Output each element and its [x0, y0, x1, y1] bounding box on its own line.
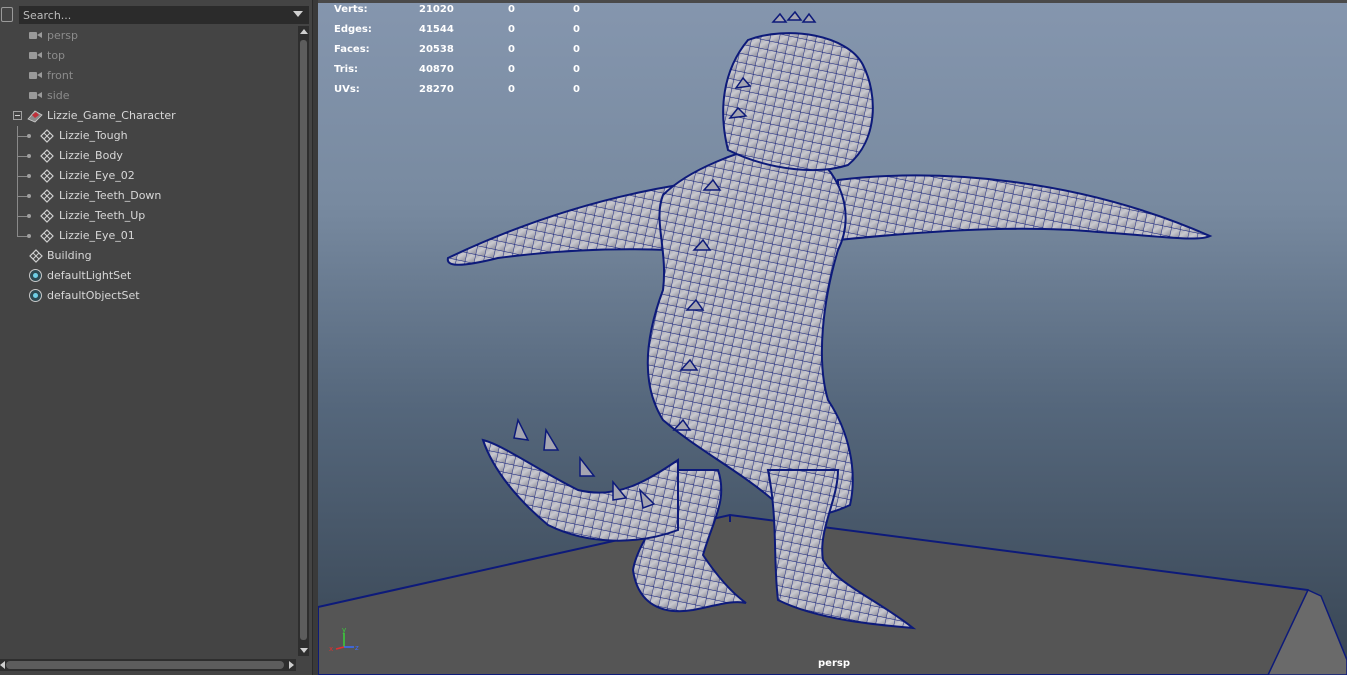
outliner-item-label: Lizzie_Teeth_Up — [59, 209, 146, 222]
mesh-icon — [40, 229, 54, 243]
search-input[interactable] — [19, 6, 309, 24]
hud-row-verts: Verts: 21020 0 0 — [334, 4, 594, 24]
hud-value: 21020 — [419, 4, 454, 15]
hud-label: Edges: — [334, 24, 372, 35]
mesh-icon — [40, 189, 54, 203]
outliner-item-lizzie-teeth-up[interactable]: Lizzie_Teeth_Up — [0, 206, 296, 226]
scroll-up-icon[interactable] — [300, 29, 308, 34]
hud-label: UVs: — [334, 84, 360, 95]
hud-value: 20538 — [419, 44, 454, 55]
outliner-item-label: Lizzie_Eye_01 — [59, 229, 135, 242]
tree-branch — [17, 136, 27, 137]
outliner-item-lizzie-eye-01[interactable]: Lizzie_Eye_01 — [0, 226, 296, 246]
outliner-item-label: defaultObjectSet — [47, 289, 140, 302]
hud-value: 0 — [573, 24, 580, 35]
camera-name-label: persp — [818, 658, 850, 669]
mesh-icon — [40, 149, 54, 163]
collapse-toggle-icon[interactable] — [13, 111, 22, 120]
hud-label: Faces: — [334, 44, 370, 55]
outliner-item-default-light-set[interactable]: defaultLightSet — [0, 266, 296, 286]
tree-node-dot — [27, 134, 31, 138]
hud-value: 40870 — [419, 64, 454, 75]
hud-row-uvs: UVs: 28270 0 0 — [334, 84, 594, 104]
hud-value: 0 — [508, 24, 515, 35]
axis-y-label: y — [342, 626, 346, 634]
tree-node-dot — [27, 234, 31, 238]
scroll-left-icon[interactable] — [0, 661, 5, 669]
camera-icon — [29, 51, 43, 60]
set-icon — [29, 289, 42, 302]
tree-branch — [17, 176, 27, 177]
hud-row-faces: Faces: 20538 0 0 — [334, 44, 594, 64]
scrollbar-thumb[interactable] — [6, 661, 284, 669]
camera-icon — [29, 31, 43, 40]
outliner-item-top[interactable]: top — [0, 46, 296, 66]
outliner-item-label: Lizzie_Eye_02 — [59, 169, 135, 182]
outliner-item-side[interactable]: side — [0, 86, 296, 106]
hud-value: 0 — [508, 44, 515, 55]
mesh-icon — [40, 209, 54, 223]
group-icon — [27, 110, 43, 123]
tree-node-dot — [27, 174, 31, 178]
filter-icon[interactable] — [1, 7, 13, 22]
chevron-down-icon[interactable] — [293, 11, 303, 17]
scroll-down-icon[interactable] — [300, 648, 308, 653]
camera-icon — [29, 71, 43, 80]
tree-node-dot — [27, 194, 31, 198]
mesh-icon — [29, 249, 43, 263]
outliner-item-label: Lizzie_Body — [59, 149, 123, 162]
tree-node-dot — [27, 154, 31, 158]
hud-label: Tris: — [334, 64, 359, 75]
tree-branch — [17, 196, 27, 197]
hud-value: 0 — [508, 4, 515, 15]
outliner-item-building[interactable]: Building — [0, 246, 296, 266]
set-icon — [29, 269, 42, 282]
hud-value: 0 — [573, 44, 580, 55]
hud-value: 0 — [573, 4, 580, 15]
axis-x-label: x — [329, 645, 333, 653]
outliner-item-label: Building — [47, 249, 92, 262]
outliner-item-label: side — [47, 89, 70, 102]
tree-branch — [17, 236, 27, 237]
outliner-item-lizzie-game-character[interactable]: Lizzie_Game_Character — [0, 106, 296, 126]
vertical-scrollbar[interactable] — [298, 26, 309, 656]
scroll-right-icon[interactable] — [289, 661, 294, 669]
tree-node-dot — [27, 214, 31, 218]
outliner-item-label: Lizzie_Tough — [59, 129, 128, 142]
hud-value: 0 — [573, 64, 580, 75]
hud-value: 0 — [508, 64, 515, 75]
outliner-item-lizzie-eye-02[interactable]: Lizzie_Eye_02 — [0, 166, 296, 186]
outliner-item-front[interactable]: front — [0, 66, 296, 86]
search-row — [0, 5, 316, 25]
axis-z-label: z — [355, 644, 359, 652]
outliner-item-label: front — [47, 69, 74, 82]
viewport-3d[interactable]: Verts: 21020 0 0 Edges: 41544 0 0 Faces:… — [318, 0, 1347, 675]
outliner-item-lizzie-teeth-down[interactable]: Lizzie_Teeth_Down — [0, 186, 296, 206]
hud-value: 0 — [573, 84, 580, 95]
tree-branch — [17, 216, 27, 217]
scrollbar-thumb[interactable] — [300, 40, 307, 640]
tree-branch — [17, 156, 27, 157]
hud-label: Verts: — [334, 4, 368, 15]
mesh-icon — [40, 129, 54, 143]
hud-value: 28270 — [419, 84, 454, 95]
outliner-panel: persp top front side Lizzie_Game_Charact… — [0, 0, 316, 675]
outliner-item-lizzie-tough[interactable]: Lizzie_Tough — [0, 126, 296, 146]
axis-gizmo-icon: y z x — [329, 626, 359, 653]
hud-value: 41544 — [419, 24, 454, 35]
mesh-icon — [40, 169, 54, 183]
outliner-item-lizzie-body[interactable]: Lizzie_Body — [0, 146, 296, 166]
hud-row-edges: Edges: 41544 0 0 — [334, 24, 594, 44]
outliner-item-persp[interactable]: persp — [0, 26, 296, 46]
outliner-item-label: persp — [47, 29, 78, 42]
outliner-item-label: Lizzie_Teeth_Down — [59, 189, 162, 202]
outliner-item-label: Lizzie_Game_Character — [47, 109, 176, 122]
outliner-item-label: defaultLightSet — [47, 269, 132, 282]
outliner-item-label: top — [47, 49, 66, 62]
horizontal-scrollbar[interactable] — [0, 659, 296, 671]
camera-icon — [29, 91, 43, 100]
outliner-item-default-object-set[interactable]: defaultObjectSet — [0, 286, 296, 306]
hud-row-tris: Tris: 40870 0 0 — [334, 64, 594, 84]
hud-value: 0 — [508, 84, 515, 95]
